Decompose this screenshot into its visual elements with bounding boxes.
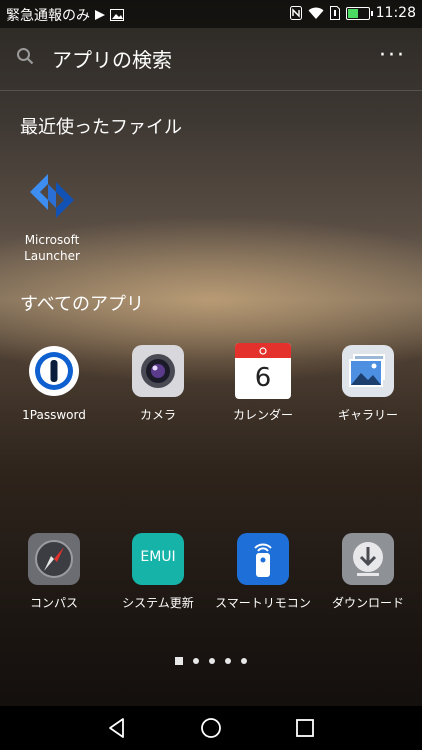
smart-remote-icon — [237, 533, 289, 585]
overflow-menu-icon[interactable]: ··· — [379, 45, 406, 67]
page-dot-5[interactable] — [241, 658, 247, 664]
app-download[interactable]: ダウンロード — [316, 533, 420, 611]
navigation-bar — [0, 706, 422, 750]
calendar-day: 6 — [254, 363, 272, 393]
carrier-status-text: 緊急通報のみ — [6, 8, 90, 24]
back-icon[interactable] — [105, 716, 129, 740]
page-dot-3[interactable] — [209, 658, 215, 664]
home-icon[interactable] — [199, 716, 223, 740]
1password-icon — [28, 345, 80, 397]
app-microsoft-launcher[interactable]: Microsoft Launcher — [0, 170, 104, 264]
clock: 11:28 — [375, 5, 416, 21]
app-compass[interactable]: コンパス — [2, 533, 106, 611]
calendar-icon: 6 — [235, 343, 291, 399]
app-label: システム更新 — [122, 596, 194, 610]
page-dot-4[interactable] — [225, 658, 231, 664]
app-camera[interactable]: カメラ — [106, 345, 210, 423]
page-dot-2[interactable] — [193, 658, 199, 664]
wifi-icon — [308, 7, 324, 19]
app-search-bar[interactable]: アプリの検索 ··· — [0, 28, 422, 91]
page-indicator[interactable] — [0, 657, 422, 665]
recent-files-title: 最近使ったファイル — [20, 117, 182, 138]
all-apps-title: すべてのアプリ — [20, 294, 145, 315]
emui-logo-text: EMUI — [140, 549, 176, 565]
app-label: ギャラリー — [337, 408, 398, 422]
signal-play-icon — [95, 10, 105, 20]
download-icon — [342, 533, 394, 585]
search-input[interactable]: アプリの検索 — [52, 44, 172, 73]
app-system-update[interactable]: EMUI システム更新 — [106, 533, 210, 611]
app-label: ダウンロード — [331, 596, 404, 610]
battery-icon — [345, 6, 373, 20]
sim-icon — [329, 6, 340, 20]
app-label: スマートリモコン — [215, 596, 311, 610]
app-label: 1Password — [22, 408, 86, 422]
app-label: Microsoft Launcher — [24, 233, 80, 263]
search-icon — [17, 48, 34, 65]
recent-apps-icon[interactable] — [293, 716, 317, 740]
nfc-icon — [289, 6, 302, 20]
compass-icon — [28, 533, 80, 585]
status-bar: 緊急通報のみ 11:28 — [0, 0, 422, 28]
page-dot-1[interactable] — [175, 657, 183, 665]
app-smart-remote[interactable]: スマートリモコン — [211, 533, 315, 611]
emui-update-icon: EMUI — [132, 533, 184, 585]
app-gallery[interactable]: ギャラリー — [316, 345, 420, 423]
app-1password[interactable]: 1Password — [2, 345, 106, 423]
app-calendar[interactable]: 6 カレンダー — [211, 343, 315, 423]
app-label: コンパス — [29, 596, 78, 610]
gallery-icon — [342, 345, 394, 397]
camera-icon — [132, 345, 184, 397]
microsoft-launcher-icon — [26, 170, 78, 222]
app-label: カメラ — [139, 408, 176, 422]
app-label: カレンダー — [232, 408, 293, 422]
image-notification-icon — [110, 9, 124, 21]
